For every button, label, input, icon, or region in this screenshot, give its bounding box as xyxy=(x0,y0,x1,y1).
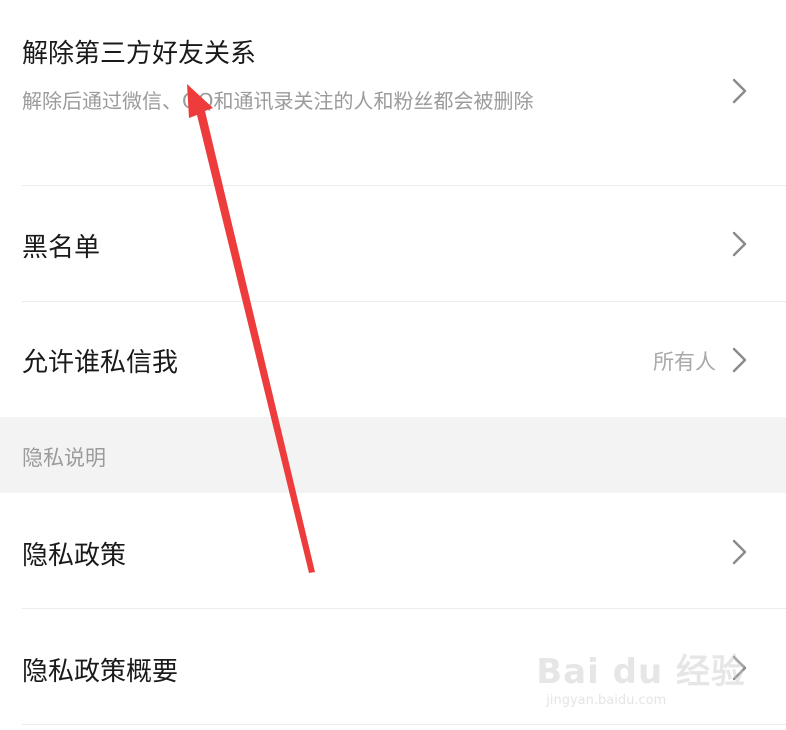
watermark-url: jingyan.baidu.com xyxy=(546,693,667,708)
baidu-jingyan-watermark: Bai du 经验 jingyan.baidu.com xyxy=(536,644,746,708)
watermark-brand: Bai du 经验 xyxy=(536,652,746,692)
annotation-arrow-icon xyxy=(187,84,315,573)
